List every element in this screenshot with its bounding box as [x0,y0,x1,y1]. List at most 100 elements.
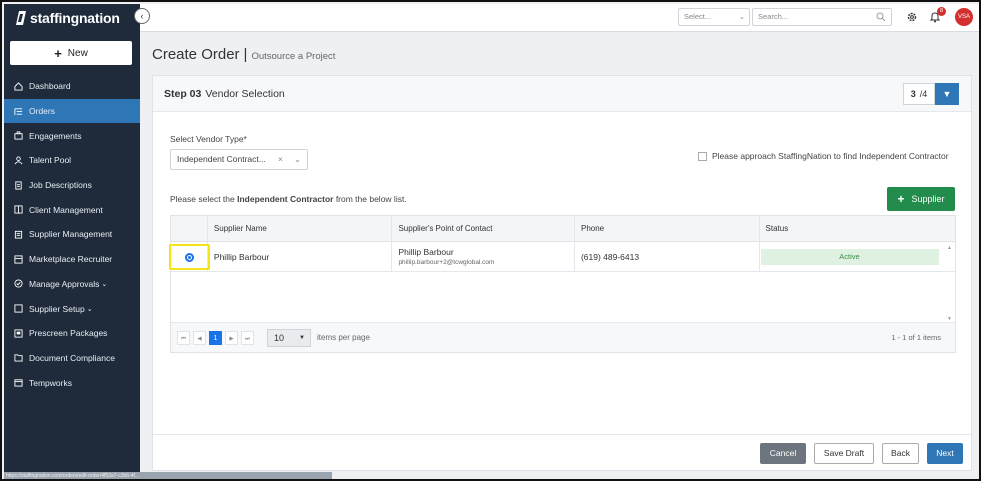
scroll-up-icon[interactable]: ▲ [947,245,952,251]
sidebar-item-engagements[interactable]: Engagements [4,123,140,148]
sidebar-item-talent-pool[interactable]: Talent Pool [4,148,140,173]
page-1-button[interactable]: 1 [209,330,222,345]
row-radio[interactable] [185,252,194,262]
page-title-text: Create Order [152,46,240,63]
chevron-down-icon: ⌄ [101,280,108,288]
new-button-label: New [67,47,88,59]
chevron-down-icon: ⌄ [738,12,745,21]
sidebar-item-tempworks[interactable]: Tempworks [4,370,140,395]
vendor-type-select[interactable]: Independent Contract... × ⌄ [170,149,308,170]
logo[interactable]: staffingnation [4,4,140,32]
cancel-button[interactable]: Cancel [760,443,806,464]
search-input[interactable]: Search... [752,8,892,26]
top-select-dropdown[interactable]: Select... ⌄ [678,8,750,26]
supplier-name-cell: Phillip Barbour [208,242,393,271]
sidebar-item-marketplace-recruiter[interactable]: Marketplace Recruiter [4,247,140,272]
plus-icon: + [897,192,905,206]
search-placeholder: Search... [758,12,789,21]
per-page-value: 10 [274,332,285,343]
sidebar-item-label: Job Descriptions [29,180,92,191]
sidebar-item-prescreen-packages[interactable]: Prescreen Packages [4,321,140,346]
clear-icon[interactable]: × [278,150,283,169]
sidebar-item-label: Tempworks [29,377,72,388]
back-button[interactable]: Back [882,443,919,464]
sidebar-item-label: Marketplace Recruiter [29,254,113,265]
step-name: Vendor Selection [205,87,285,100]
store-icon [14,255,23,264]
package-icon [14,329,23,338]
add-supplier-label: Supplier [911,194,945,204]
document-icon [15,181,22,190]
sidebar-item-label: Dashboard [29,81,71,92]
grid-col-select [171,216,208,241]
page-title: Create Order | Outsource a Project [152,46,335,63]
sidebar: staffingnation + New Dashboard Orders Enga… [4,4,140,479]
sidebar-item-supplier-setup[interactable]: Supplier Setup ⌄ [4,296,140,321]
first-page-button[interactable]: ⏮ [177,330,190,345]
instruction-post: from the below list. [333,194,407,204]
items-per-page-select[interactable]: 10 ▼ [267,328,311,347]
avatar[interactable]: VSA [955,8,973,26]
approach-checkbox[interactable] [698,151,707,161]
step-count: 3/4 [903,83,935,105]
grid-col-contact[interactable]: Supplier's Point of Contact [392,216,575,241]
briefcase-icon [14,131,23,140]
vendor-type-label: Select Vendor Type* [170,134,247,144]
step-indicator: 3/4 ▼ [903,83,959,105]
sidebar-item-supplier-management[interactable]: Supplier Management [4,222,140,247]
square-icon [14,304,23,313]
supplier-grid: Supplier Name Supplier's Point of Contac… [169,215,956,353]
page-subtitle: Outsource a Project [251,51,336,62]
prev-page-button[interactable]: ◀ [193,330,206,345]
new-button[interactable]: + New [10,41,132,65]
sidebar-item-dashboard[interactable]: Dashboard [4,74,140,99]
instruction-text: Please select the Independent Contractor… [170,194,407,204]
grid-col-phone[interactable]: Phone [575,216,760,241]
caret-down-icon: ▼ [942,89,952,99]
approach-checkbox-row[interactable]: Please approach StaffingNation to find I… [698,151,949,161]
caret-down-icon: ▼ [299,334,305,341]
step-total: 4 [922,89,928,99]
notification-badge: 8 [937,7,946,16]
browser-status-url: https://staffingnation.com/orders/edit-o… [4,472,332,479]
save-draft-button[interactable]: Save Draft [814,443,874,464]
sidebar-nav: Dashboard Orders Engagements Talent Pool Job… [4,74,140,395]
top-select-placeholder: Select... [684,12,712,21]
add-supplier-button[interactable]: + Supplier [887,187,955,211]
gear-icon[interactable] [906,11,918,23]
sidebar-item-orders[interactable]: Orders [4,98,140,124]
next-page-button[interactable]: ▶ [225,330,238,345]
sidebar-item-label: Manage Approvals [29,278,100,289]
sidebar-item-document-compliance[interactable]: Document Compliance [4,346,140,371]
chevron-down-icon: ⌄ [293,154,301,164]
items-range: 1 - 1 of 1 items [891,333,941,342]
instruction-bold: Independent Contractor [237,194,334,204]
sidebar-item-client-management[interactable]: Client Management [4,197,140,222]
sidebar-item-label: Engagements [29,130,82,141]
building-icon [14,205,23,214]
sidebar-item-manage-approvals[interactable]: Manage Approvals ⌄ [4,272,140,297]
orders-icon [14,107,23,115]
search-icon [876,12,886,22]
grid-col-status[interactable]: Status [760,216,956,241]
phone-cell: (619) 489-6413 [575,242,760,271]
title-separator: | [243,46,248,63]
last-page-button[interactable]: ⏭ [241,330,254,345]
grid-col-supplier-name[interactable]: Supplier Name [208,216,393,241]
check-circle-icon [14,279,23,288]
table-row[interactable]: Phillip Barbour Phillip Barbour phillip.… [169,242,956,272]
next-button[interactable]: Next [927,443,963,464]
instruction-pre: Please select the [170,194,238,204]
vendor-selection-card: Step 03 Vendor Selection 3/4 ▼ Select Ve… [152,75,972,471]
grid-header: Supplier Name Supplier's Point of Contac… [171,216,955,242]
contact-name: Phillip Barbour [398,247,454,257]
collapse-sidebar-button[interactable]: ‹ [134,8,150,24]
step-dropdown-button[interactable]: ▼ [935,83,959,105]
sidebar-item-label: Talent Pool [29,155,72,166]
sidebar-item-job-descriptions[interactable]: Job Descriptions [4,173,140,198]
status-cell: Active [760,242,956,271]
sidebar-item-label: Document Compliance [29,352,115,363]
chevron-down-icon: ⌄ [86,305,93,313]
status-badge: Active [760,248,939,265]
contact-email: phillip.barbour+2@tcwglobal.com [398,259,495,266]
